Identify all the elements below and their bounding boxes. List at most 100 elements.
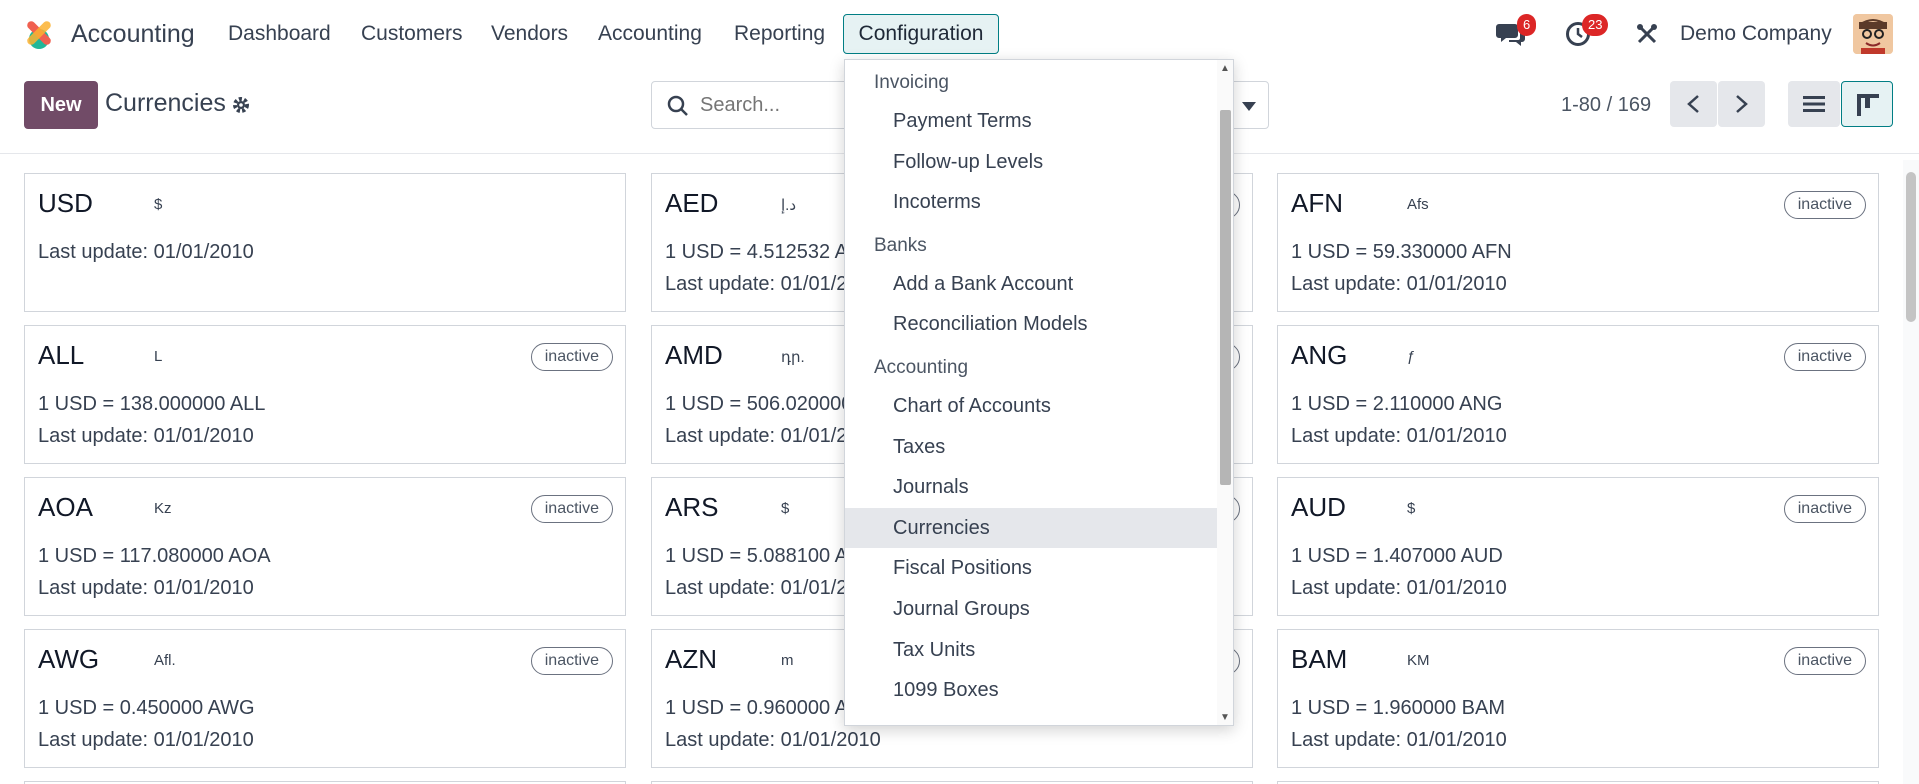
inactive-badge: inactive xyxy=(1783,647,1866,675)
currency-symbol: Afl. xyxy=(154,652,176,669)
chevron-left-icon xyxy=(1687,95,1699,113)
currency-card[interactable]: AUD $ inactive 1 USD = 1.407000 AUD Last upd… xyxy=(1277,477,1879,616)
avatar-icon xyxy=(1853,14,1893,54)
last-update: Last update: 01/01/2010 xyxy=(1291,273,1507,295)
dropdown-item-1099-boxes[interactable]: 1099 Boxes xyxy=(845,670,1217,710)
currency-symbol: KM xyxy=(1407,652,1430,669)
last-update: Last update: 01/01/2010 xyxy=(1291,577,1507,599)
pager-previous-button[interactable] xyxy=(1670,81,1717,127)
dropdown-item-reconciliation-models[interactable]: Reconciliation Models xyxy=(845,304,1217,344)
currency-card[interactable]: BAM KM inactive 1 USD = 1.960000 BAM Last up… xyxy=(1277,629,1879,768)
caret-down-icon[interactable] xyxy=(1242,102,1256,111)
page-scrollbar[interactable] xyxy=(1903,160,1919,784)
currency-rate: 1 USD = 1.960000 BAM xyxy=(1291,697,1506,719)
page-title[interactable]: Currencies xyxy=(105,89,226,118)
dropdown-item-payment-terms[interactable]: Payment Terms xyxy=(845,101,1217,141)
scroll-down-icon[interactable]: ▼ xyxy=(1220,712,1230,723)
currency-rate: 1 USD = 117.080000 AOA xyxy=(38,545,271,567)
menu-reporting[interactable]: Reporting xyxy=(734,22,825,46)
last-update: Last update: 01/01/2010 xyxy=(38,577,254,599)
dropdown-scrollbar-thumb[interactable] xyxy=(1220,110,1231,485)
dropdown-item-fiscal-positions[interactable]: Fiscal Positions xyxy=(845,548,1217,588)
currency-code: AED xyxy=(665,188,719,218)
currency-code: AUD xyxy=(1291,492,1346,522)
dropdown-item-taxes[interactable]: Taxes xyxy=(845,427,1217,467)
pager-next-button[interactable] xyxy=(1718,81,1765,127)
currency-card[interactable]: AOA Kz inactive 1 USD = 117.080000 AOA Last … xyxy=(24,477,626,616)
kanban-view-icon xyxy=(1857,94,1879,116)
dropdown-item-add-a-bank-account[interactable]: Add a Bank Account xyxy=(845,264,1217,304)
dropdown-item-incoterms[interactable]: Incoterms xyxy=(845,182,1217,222)
currency-card[interactable]: AFN Afs inactive 1 USD = 59.330000 AFN Last … xyxy=(1277,173,1879,312)
currency-card[interactable]: USD $ Last update: 01/01/2010 xyxy=(24,173,626,312)
app-name[interactable]: Accounting xyxy=(71,20,195,49)
dropdown-scrollbar[interactable]: ▲ ▼ xyxy=(1217,60,1233,725)
dropdown-item-tax-units[interactable]: Tax Units xyxy=(845,630,1217,670)
menu-accounting[interactable]: Accounting xyxy=(598,22,702,46)
pager-value[interactable]: 1-80 / 169 xyxy=(1561,94,1651,117)
company-name[interactable]: Demo Company xyxy=(1680,22,1832,46)
last-update: Last update: 01/01/2010 xyxy=(38,241,254,263)
currency-symbol: L xyxy=(154,348,163,365)
inactive-badge: inactive xyxy=(530,647,613,675)
dropdown-item-journals[interactable]: Journals xyxy=(845,467,1217,507)
currency-symbol: Afs xyxy=(1407,196,1429,213)
menu-customers[interactable]: Customers xyxy=(361,22,463,46)
activities-badge: 23 xyxy=(1582,14,1609,36)
menu-configuration[interactable]: Configuration xyxy=(843,14,999,54)
list-view-icon xyxy=(1803,96,1825,112)
search-icon xyxy=(667,95,688,116)
menu-dashboard[interactable]: Dashboard xyxy=(228,22,331,46)
currency-code: AOA xyxy=(38,492,93,522)
inactive-badge: inactive xyxy=(1783,343,1866,371)
currency-rate: 1 USD = 2.110000 ANG xyxy=(1291,393,1503,415)
scroll-up-icon[interactable]: ▲ xyxy=(1220,63,1230,74)
currency-code: AZN xyxy=(665,644,717,674)
menu-vendors[interactable]: Vendors xyxy=(491,22,568,46)
new-button[interactable]: New xyxy=(24,81,98,129)
currency-rate: 1 USD = 138.000000 ALL xyxy=(38,393,266,415)
inactive-badge: inactive xyxy=(530,495,613,523)
currency-card[interactable]: ALL Linactive 1 USD = 138.000000 ALL Last u… xyxy=(24,325,626,464)
inactive-badge: inactive xyxy=(1783,191,1866,219)
currency-card[interactable]: AWG Afl. inactive 1 USD = 0.450000 AWG Last … xyxy=(24,629,626,768)
gear-icon[interactable] xyxy=(232,96,250,114)
inactive-badge: inactive xyxy=(530,343,613,371)
currency-symbol: $ xyxy=(1407,500,1416,517)
configuration-dropdown: Invoicing Payment Terms Follow-up Levels In… xyxy=(844,59,1234,726)
currency-symbol: ƒ xyxy=(1407,348,1416,365)
tools-icon[interactable] xyxy=(1635,22,1659,46)
kanban-view-button[interactable] xyxy=(1841,81,1893,127)
dropdown-item-currencies[interactable]: Currencies xyxy=(845,507,1217,548)
currency-code: USD xyxy=(38,188,93,218)
currency-code: AWG xyxy=(38,644,100,674)
currency-code: ANG xyxy=(1291,340,1348,370)
last-update: Last update: 01/01/2010 xyxy=(1291,729,1507,751)
dropdown-section-header: Invoicing xyxy=(874,72,949,93)
currency-symbol: د.إ xyxy=(781,197,797,214)
inactive-badge: inactive xyxy=(1783,495,1866,523)
last-update: Last update: 01/01/2010 xyxy=(1291,425,1507,447)
list-view-button[interactable] xyxy=(1788,81,1840,127)
currency-rate: 1 USD = 0.450000 AWG xyxy=(38,697,255,719)
currency-code: ARS xyxy=(665,492,719,522)
currency-rate: 1 USD = 59.330000 AFN xyxy=(1291,241,1512,263)
currency-symbol: $ xyxy=(154,196,163,213)
currency-code: ALL xyxy=(38,340,85,370)
currency-card[interactable]: ANG ƒ inactive 1 USD = 2.110000 ANG Last upd… xyxy=(1277,325,1879,464)
last-update: Last update: 01/01/2010 xyxy=(38,425,254,447)
user-avatar[interactable] xyxy=(1853,14,1893,54)
app-logo-icon[interactable] xyxy=(22,18,56,50)
dropdown-item-follow-up-levels[interactable]: Follow-up Levels xyxy=(845,142,1217,182)
dropdown-item-journal-groups[interactable]: Journal Groups xyxy=(845,589,1217,629)
currency-symbol: m xyxy=(781,652,794,669)
page-scrollbar-thumb[interactable] xyxy=(1906,172,1916,322)
currency-symbol: $ xyxy=(781,500,790,517)
search-input[interactable] xyxy=(700,94,860,117)
currency-symbol: Kz xyxy=(154,500,172,517)
chevron-right-icon xyxy=(1736,95,1748,113)
currency-symbol: դր. xyxy=(781,349,805,366)
currency-code: BAM xyxy=(1291,644,1348,674)
dropdown-section-header: Banks xyxy=(874,234,927,256)
dropdown-item-chart-of-accounts[interactable]: Chart of Accounts xyxy=(845,386,1217,426)
